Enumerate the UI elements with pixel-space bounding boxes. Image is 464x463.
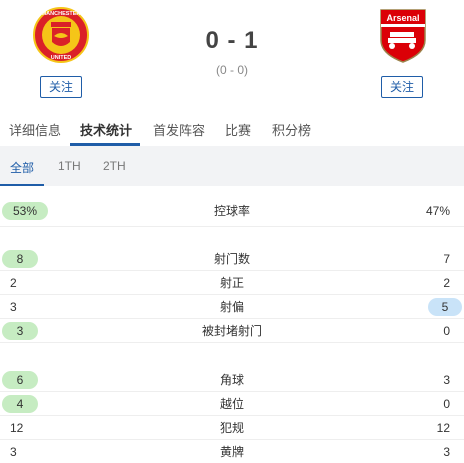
divider [0,226,464,227]
match-header: MANCHESTER UNITED 关注 0 - 1 (0 - 0) Arsen… [0,0,464,110]
stat-row-blocked-shots: 3 被封堵射门 0 [0,320,464,342]
stat-row-shots-on-target: 2 射正 2 [0,272,464,294]
stat-row-shots-off-target: 3 射偏 5 [0,296,464,318]
tab-tech-stats[interactable]: 技术统计 [80,120,132,139]
sub-tab-all[interactable]: 全部 [10,159,34,176]
stat-label: 被封堵射门 [201,324,262,338]
arsenal-logo-icon[interactable]: Arsenal [374,6,432,64]
active-sub-tab-indicator [0,184,44,186]
stat-label: 射门数 [213,252,250,266]
tab-details[interactable]: 详细信息 [9,120,61,139]
away-follow-button[interactable]: 关注 [381,76,423,98]
tab-standings[interactable]: 积分榜 [272,120,311,139]
stat-row-offsides: 4 越位 0 [0,393,464,415]
stat-label: 犯规 [219,421,244,435]
divider [0,439,464,440]
stat-label: 越位 [219,397,244,411]
away-value: 12 [436,421,450,435]
svg-text:Arsenal: Arsenal [386,13,419,23]
divider [0,342,464,343]
stat-label: 黄牌 [219,445,244,459]
divider [0,270,464,271]
stat-row-fouls: 12 犯规 12 [0,417,464,439]
sub-tab-second-half[interactable]: 2TH [103,159,126,173]
home-follow-button[interactable]: 关注 [40,76,82,98]
divider [0,415,464,416]
stat-label: 控球率 [213,204,250,218]
svg-text:UNITED: UNITED [51,55,72,61]
stat-row-possession: 53% 控球率 47% [0,200,464,222]
away-value: 47% [425,204,450,218]
divider [0,391,464,392]
half-time-score: (0 - 0) [215,63,248,77]
stat-label: 射偏 [219,300,244,314]
stat-label: 角球 [219,373,244,387]
stat-row-yellow-cards: 3 黄牌 3 [0,441,464,463]
stat-label: 射正 [219,276,244,290]
away-value: 2 [443,276,450,290]
svg-text:MANCHESTER: MANCHESTER [42,11,81,17]
away-value: 0 [443,397,450,411]
divider [0,318,464,319]
sub-tab-first-half[interactable]: 1TH [58,159,81,173]
divider [0,294,464,295]
away-value: 0 [443,324,450,338]
away-value: 5 [428,298,462,316]
away-value: 7 [443,252,450,266]
away-value: 3 [443,373,450,387]
sub-tab-bar: 全部 1TH 2TH [0,146,464,186]
tab-match[interactable]: 比赛 [225,120,251,139]
stat-row-corners: 6 角球 3 [0,369,464,391]
tab-lineup[interactable]: 首发阵容 [153,120,205,139]
main-tab-bar: 详细信息 技术统计 首发阵容 比赛 积分榜 [0,114,464,146]
stat-row-shots: 8 射门数 7 [0,248,464,270]
away-value: 3 [443,445,450,459]
